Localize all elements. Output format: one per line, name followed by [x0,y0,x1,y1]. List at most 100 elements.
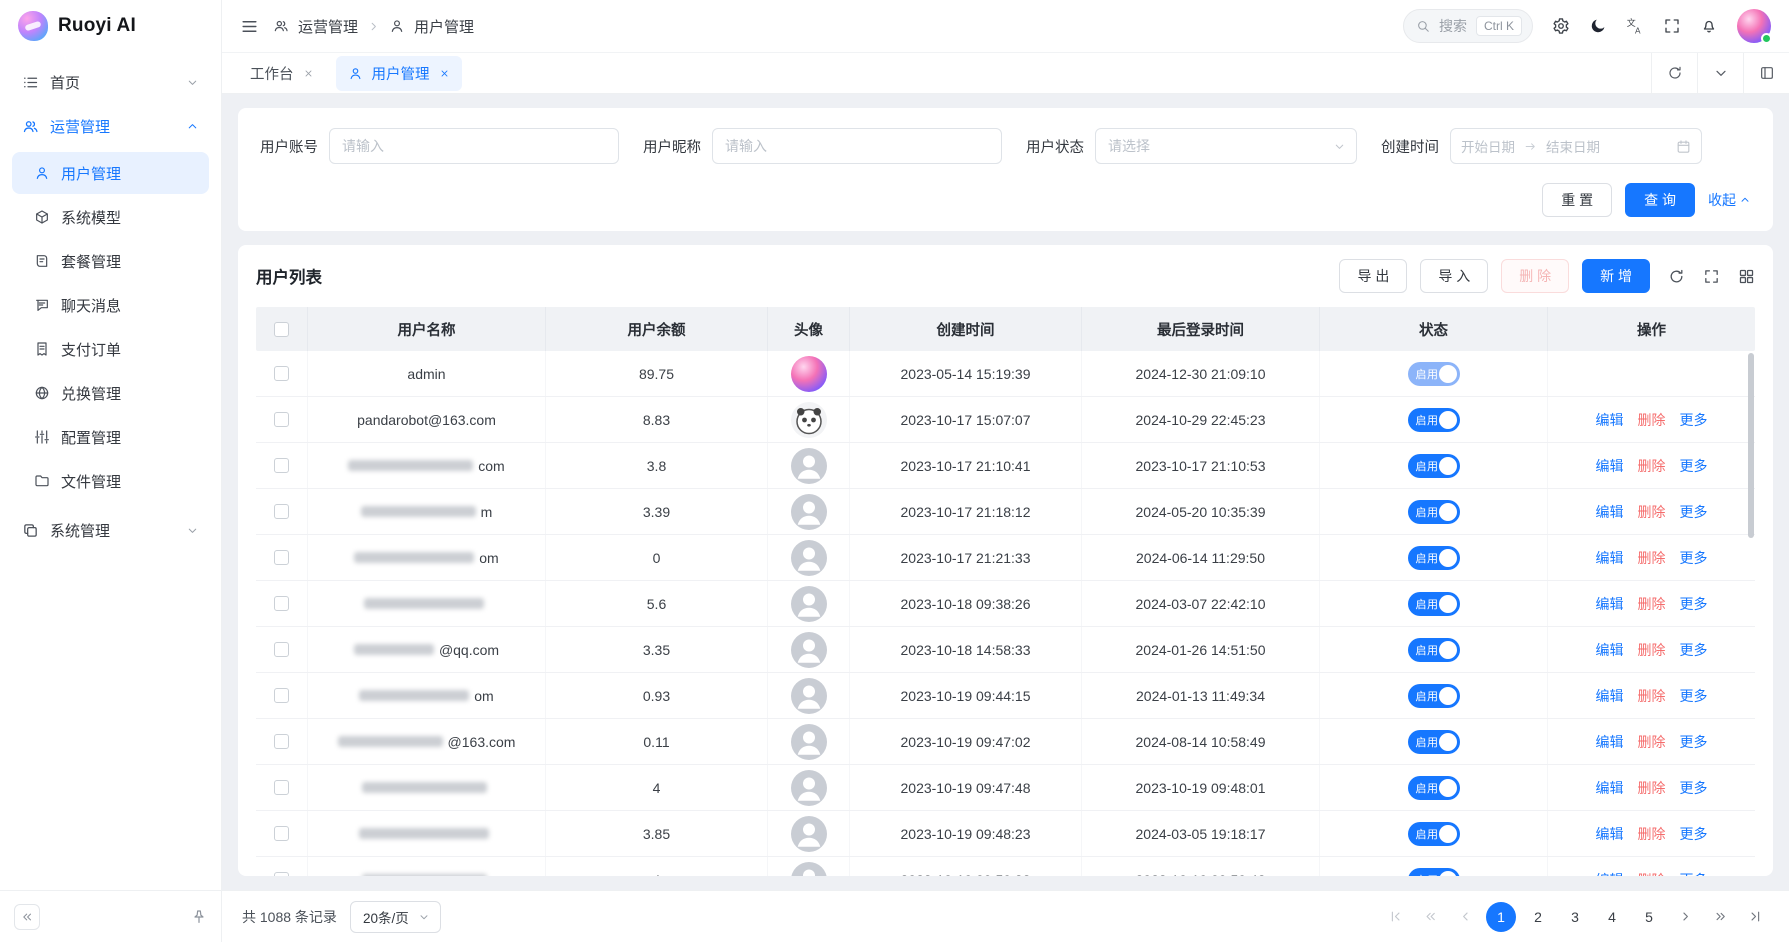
status-toggle[interactable]: 启用 [1408,868,1460,877]
delete-link[interactable]: 删除 [1638,548,1666,568]
global-search[interactable]: 搜索 Ctrl K [1403,9,1533,43]
tab-workbench[interactable]: 工作台 [238,56,326,91]
app-logo[interactable]: Ruoyi AI [0,0,221,52]
more-link[interactable]: 更多 [1680,548,1708,568]
row-checkbox[interactable] [274,642,289,657]
hamburger-icon[interactable] [240,17,259,36]
first-page-button[interactable] [1381,903,1409,931]
row-checkbox[interactable] [274,550,289,565]
breadcrumb-item[interactable]: 用户管理 [414,16,474,37]
page-size-select[interactable]: 20条/页 [350,901,441,933]
edit-link[interactable]: 编辑 [1596,732,1624,752]
more-link[interactable]: 更多 [1680,870,1708,877]
refresh-tab-icon[interactable] [1651,53,1697,93]
select-all-checkbox[interactable] [274,322,289,337]
jump-back-button[interactable] [1416,903,1444,931]
status-toggle[interactable]: 启用 [1408,592,1460,616]
more-link[interactable]: 更多 [1680,732,1708,752]
scrollbar-thumb[interactable] [1748,353,1754,538]
status-toggle[interactable]: 启用 [1408,776,1460,800]
tab-user-management[interactable]: 用户管理 [336,56,462,91]
edit-link[interactable]: 编辑 [1596,410,1624,430]
more-link[interactable]: 更多 [1680,594,1708,614]
sidebar-item-config-management[interactable]: 配置管理 [12,416,209,458]
nickname-input[interactable] [712,128,1002,164]
sidebar-item-chat-messages[interactable]: 聊天消息 [12,284,209,326]
status-toggle[interactable]: 启用 [1408,546,1460,570]
row-checkbox[interactable] [274,458,289,473]
row-checkbox[interactable] [274,412,289,427]
sidebar-item-operations[interactable]: 运营管理 [12,104,209,148]
edit-link[interactable]: 编辑 [1596,548,1624,568]
delete-link[interactable]: 删除 [1638,594,1666,614]
account-input[interactable] [329,128,619,164]
status-toggle[interactable]: 启用 [1408,684,1460,708]
notifications-icon[interactable] [1700,17,1718,35]
row-checkbox[interactable] [274,826,289,841]
delete-link[interactable]: 删除 [1638,456,1666,476]
delete-link[interactable]: 删除 [1638,870,1666,877]
sidebar-item-system[interactable]: 系统管理 [12,508,209,552]
delete-link[interactable]: 删除 [1638,640,1666,660]
edit-link[interactable]: 编辑 [1596,870,1624,877]
more-link[interactable]: 更多 [1680,502,1708,522]
settings-icon[interactable] [1552,17,1570,35]
sidebar-item-system-model[interactable]: 系统模型 [12,196,209,238]
table-scrollbar[interactable] [1747,351,1755,876]
more-link[interactable]: 更多 [1680,778,1708,798]
prev-page-button[interactable] [1451,903,1479,931]
status-toggle[interactable]: 启用 [1408,408,1460,432]
dark-mode-icon[interactable] [1589,17,1607,35]
delete-link[interactable]: 删除 [1638,824,1666,844]
edit-link[interactable]: 编辑 [1596,456,1624,476]
edit-link[interactable]: 编辑 [1596,640,1624,660]
tab-close-icon[interactable] [303,68,314,79]
row-checkbox[interactable] [274,596,289,611]
delete-button[interactable]: 删 除 [1501,259,1569,293]
more-link[interactable]: 更多 [1680,640,1708,660]
delete-link[interactable]: 删除 [1638,778,1666,798]
maximize-content-icon[interactable] [1743,53,1789,93]
status-select[interactable]: 请选择 [1095,128,1357,164]
reset-button[interactable]: 重 置 [1542,183,1612,217]
row-checkbox[interactable] [274,780,289,795]
date-range-picker[interactable]: 开始日期 结束日期 [1450,128,1702,164]
page-number-4[interactable]: 4 [1597,902,1627,932]
status-toggle[interactable]: 启用 [1408,638,1460,662]
fullscreen-icon[interactable] [1663,17,1681,35]
row-checkbox[interactable] [274,688,289,703]
more-link[interactable]: 更多 [1680,686,1708,706]
status-toggle[interactable]: 启用 [1408,730,1460,754]
edit-link[interactable]: 编辑 [1596,778,1624,798]
sidebar-item-redeem-management[interactable]: 兑换管理 [12,372,209,414]
page-number-1[interactable]: 1 [1486,902,1516,932]
last-page-button[interactable] [1741,903,1769,931]
user-avatar[interactable] [1737,9,1771,43]
pin-icon[interactable] [191,909,207,925]
query-button[interactable]: 查 询 [1625,183,1695,217]
sidebar-item-package-management[interactable]: 套餐管理 [12,240,209,282]
page-number-3[interactable]: 3 [1560,902,1590,932]
status-toggle[interactable]: 启用 [1408,362,1460,386]
edit-link[interactable]: 编辑 [1596,594,1624,614]
row-checkbox[interactable] [274,504,289,519]
edit-link[interactable]: 编辑 [1596,502,1624,522]
row-checkbox[interactable] [274,734,289,749]
jump-forward-button[interactable] [1706,903,1734,931]
edit-link[interactable]: 编辑 [1596,686,1624,706]
breadcrumb-item[interactable]: 运营管理 [298,16,358,37]
more-link[interactable]: 更多 [1680,410,1708,430]
tabs-menu-icon[interactable] [1697,53,1743,93]
add-button[interactable]: 新 增 [1582,259,1650,293]
delete-link[interactable]: 删除 [1638,732,1666,752]
edit-link[interactable]: 编辑 [1596,824,1624,844]
status-toggle[interactable]: 启用 [1408,822,1460,846]
fullscreen-table-icon[interactable] [1703,268,1720,285]
delete-link[interactable]: 删除 [1638,410,1666,430]
refresh-table-icon[interactable] [1668,268,1685,285]
delete-link[interactable]: 删除 [1638,502,1666,522]
import-button[interactable]: 导 入 [1420,259,1488,293]
status-toggle[interactable]: 启用 [1408,500,1460,524]
more-link[interactable]: 更多 [1680,456,1708,476]
language-icon[interactable]: 文A [1626,17,1644,35]
